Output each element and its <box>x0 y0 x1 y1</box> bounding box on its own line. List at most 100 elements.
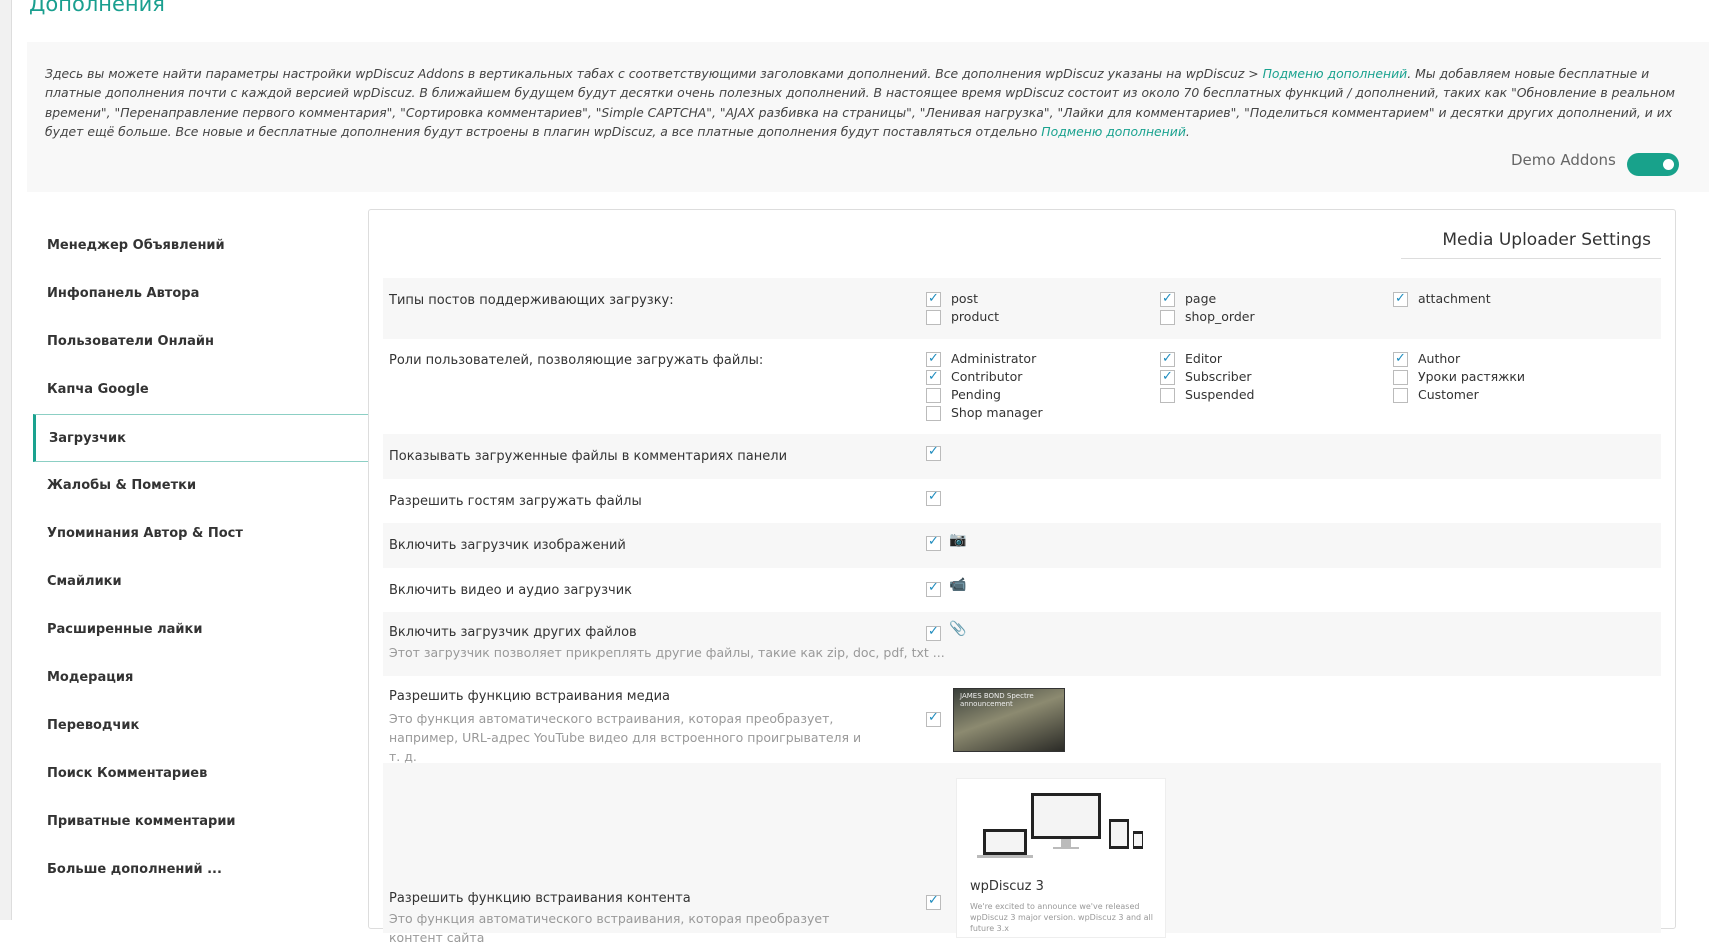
option-label: Administrator <box>951 351 1037 366</box>
other-uploader-checkbox[interactable] <box>926 624 941 641</box>
option-label: Pending <box>951 387 1001 402</box>
admin-menu-edge <box>0 0 12 920</box>
content-embed-checkbox[interactable] <box>926 893 941 910</box>
checkbox[interactable] <box>1393 290 1408 308</box>
option-label: product <box>951 309 1000 324</box>
paperclip-icon: 📎 <box>949 621 967 637</box>
checkbox-option[interactable]: shop_order <box>1160 308 1255 326</box>
option-label: Author <box>1418 351 1461 366</box>
guest-upload-row: Разрешить гостям загружать файлы <box>383 479 1661 523</box>
checkbox-option[interactable]: attachment <box>1393 290 1491 308</box>
option-label: page <box>1185 291 1217 306</box>
checkbox[interactable] <box>1160 290 1175 308</box>
show-files-row: Показывать загруженные файлы в комментар… <box>383 434 1661 479</box>
roles-row: Роли пользователей, позволяющие загружат… <box>383 339 1661 434</box>
checkbox[interactable] <box>1160 350 1175 368</box>
sidebar-item[interactable]: Инфопанель Автора <box>33 270 368 318</box>
card-title: wpDiscuz 3 <box>970 879 1044 894</box>
option-label: Suspended <box>1185 387 1255 402</box>
checkbox-option[interactable]: post <box>926 290 978 308</box>
media-embed-checkbox[interactable] <box>926 710 941 727</box>
checkbox[interactable] <box>1393 350 1408 368</box>
sidebar-item[interactable]: Смайлики <box>33 558 368 606</box>
checkbox-option[interactable]: Author <box>1393 350 1460 368</box>
row-label: Включить загрузчик изображений <box>389 538 626 553</box>
show-files-checkbox[interactable] <box>926 444 941 461</box>
demo-addons-toggle[interactable] <box>1627 153 1679 176</box>
content-embed-row: Разрешить функцию встраивания контента Э… <box>383 763 1661 945</box>
checkbox[interactable] <box>1160 368 1175 386</box>
desc-part: Здесь вы можете найти параметры настройк… <box>45 66 1263 81</box>
checkbox[interactable] <box>926 310 941 325</box>
row-label: Разрешить функцию встраивания контента <box>389 891 691 906</box>
checkbox[interactable] <box>1393 370 1408 385</box>
sidebar-item[interactable]: Менеджер Объявлений <box>33 222 368 270</box>
video-title: JAMES BOND Spectre announcement <box>960 692 1034 708</box>
checkbox-option[interactable]: Administrator <box>926 350 1036 368</box>
row-label: Разрешить функцию встраивания медиа <box>389 689 670 704</box>
option-label: attachment <box>1418 291 1491 306</box>
checkbox-option[interactable]: Shop manager <box>926 404 1043 422</box>
checkbox[interactable] <box>926 290 941 308</box>
video-camera-icon: 📹 <box>949 577 967 593</box>
guest-upload-checkbox[interactable] <box>926 489 941 506</box>
row-label: Роли пользователей, позволяющие загружат… <box>389 353 764 368</box>
checkbox[interactable] <box>926 406 941 421</box>
row-hint: Это функция автоматического встраивания,… <box>389 911 830 945</box>
option-label: post <box>951 291 978 306</box>
row-label: Разрешить гостям загружать файлы <box>389 494 642 509</box>
other-uploader-row: Включить загрузчик других файлов Этот за… <box>383 612 1661 676</box>
checkbox[interactable] <box>926 350 941 368</box>
option-label: Shop manager <box>951 405 1043 420</box>
sidebar-item[interactable]: Модерация <box>33 654 368 702</box>
sidebar-item[interactable]: Больше дополнений ... <box>33 846 368 894</box>
video-uploader-row: Включить видео и аудио загрузчик 📹 <box>383 568 1661 612</box>
sidebar-item[interactable]: Переводчик <box>33 702 368 750</box>
checkbox-option[interactable]: Customer <box>1393 386 1479 404</box>
option-label: shop_order <box>1185 309 1255 324</box>
sidebar-item[interactable]: Жалобы & Пометки <box>33 462 368 510</box>
sidebar-item[interactable]: Загрузчик <box>33 414 368 462</box>
content-embed-preview-card: wpDiscuz 3 We're excited to announce we'… <box>956 778 1166 938</box>
devices-illustration <box>977 793 1143 858</box>
sidebar-item[interactable]: Поиск Комментариев <box>33 750 368 798</box>
video-uploader-checkbox[interactable] <box>926 580 941 597</box>
row-label: Показывать загруженные файлы в комментар… <box>389 449 788 464</box>
image-uploader-row: Включить загрузчик изображений 📷 <box>383 523 1661 568</box>
image-uploader-checkbox[interactable] <box>926 534 941 551</box>
description-box: Здесь вы можете найти параметры настройк… <box>27 42 1709 192</box>
title-divider <box>1401 258 1661 259</box>
checkbox-option[interactable]: page <box>1160 290 1216 308</box>
row-hint: Это функция автоматического встраивания,… <box>389 711 862 764</box>
sidebar-item[interactable]: Капча Google <box>33 366 368 414</box>
sidebar-item[interactable]: Упоминания Автор & Пост <box>33 510 368 558</box>
addons-submenu-link-2[interactable]: Подменю дополнений <box>1041 124 1186 139</box>
checkbox[interactable] <box>1160 388 1175 403</box>
demo-addons-label: Demo Addons <box>1511 151 1616 169</box>
checkbox-option[interactable]: Уроки растяжки <box>1393 368 1525 386</box>
checkbox-option[interactable]: Editor <box>1160 350 1222 368</box>
sidebar-item[interactable]: Пользователи Онлайн <box>33 318 368 366</box>
checkbox-option[interactable]: Suspended <box>1160 386 1254 404</box>
desc-part: . <box>1185 123 1190 139</box>
sidebar-item[interactable]: Расширенные лайки <box>33 606 368 654</box>
checkbox[interactable] <box>926 388 941 403</box>
post-types-row: Типы постов поддерживающих загрузку: pos… <box>383 278 1661 339</box>
media-embed-row: Разрешить функцию встраивания медиа Это … <box>383 676 1661 764</box>
checkbox[interactable] <box>1393 388 1408 403</box>
toggle-knob <box>1663 159 1674 170</box>
panel-title: Media Uploader Settings <box>1442 230 1651 250</box>
checkbox-option[interactable]: Contributor <box>926 368 1022 386</box>
youtube-preview-image: JAMES BOND Spectre announcement <box>953 688 1065 752</box>
sidebar-item[interactable]: Приватные комментарии <box>33 798 368 846</box>
checkbox-option[interactable]: Subscriber <box>1160 368 1252 386</box>
card-text: We're excited to announce we've released… <box>970 902 1154 933</box>
option-label: Subscriber <box>1185 369 1252 384</box>
checkbox[interactable] <box>1160 310 1175 325</box>
checkbox[interactable] <box>926 368 941 386</box>
option-label: Customer <box>1418 387 1479 402</box>
checkbox-option[interactable]: product <box>926 308 999 326</box>
addons-submenu-link[interactable]: Подменю дополнений <box>1263 66 1408 81</box>
camera-icon: 📷 <box>949 532 967 548</box>
checkbox-option[interactable]: Pending <box>926 386 1001 404</box>
